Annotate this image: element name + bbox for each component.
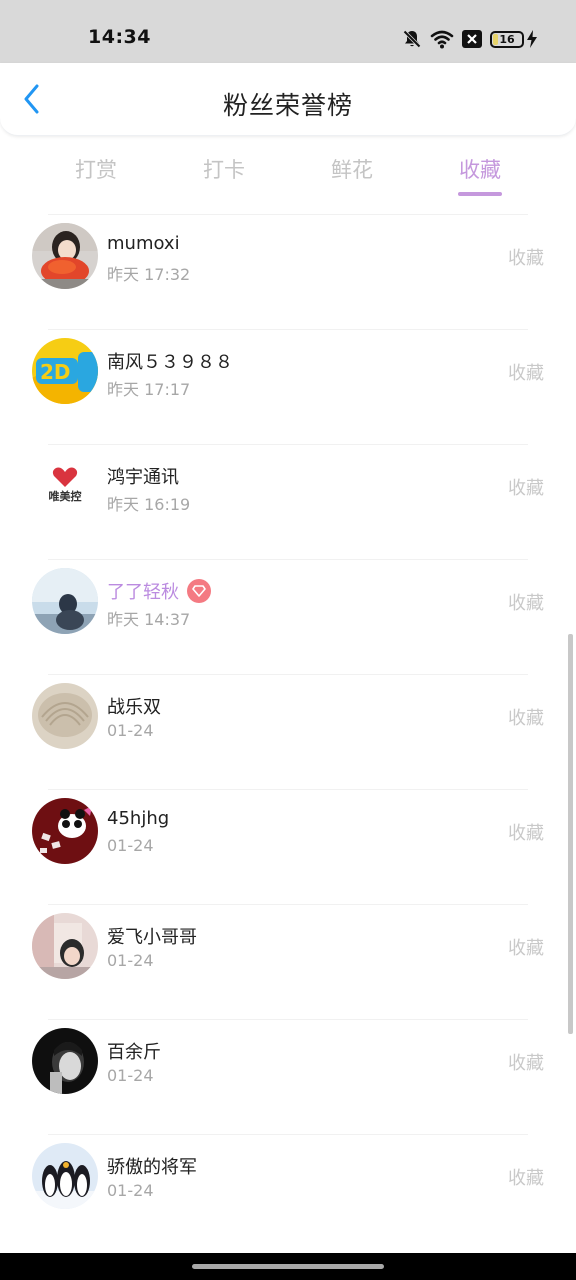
tab-bar: 打赏 打卡 鲜花 收藏 [0, 148, 576, 208]
divider [48, 674, 528, 675]
scrollbar[interactable] [568, 634, 573, 1034]
vip-diamond-icon [187, 579, 211, 603]
status-icons: 16 [402, 26, 538, 52]
list-item[interactable]: 了了轻秋 昨天 14:37 收藏 [0, 559, 576, 674]
bell-off-icon [402, 29, 422, 49]
favorite-tag: 收藏 [508, 593, 544, 614]
avatar[interactable] [32, 223, 98, 289]
avatar[interactable] [32, 683, 98, 749]
fan-time: 昨天 17:32 [107, 265, 191, 284]
divider [48, 1134, 528, 1135]
list-item[interactable]: mumoxi 昨天 17:32 收藏 [0, 214, 576, 329]
list-item[interactable]: 唯美控 鸿宇通讯 昨天 16:19 收藏 [0, 444, 576, 559]
status-time: 14:34 [88, 26, 151, 48]
tab-label: 收藏 [459, 158, 501, 182]
fan-name: mumoxi [107, 233, 180, 254]
fan-name: 战乐双 [107, 697, 161, 718]
avatar[interactable]: 2D [32, 338, 98, 404]
fan-time: 01-24 [107, 1066, 154, 1085]
divider [48, 559, 528, 560]
fan-name: 骄傲的将军 [107, 1157, 197, 1178]
divider [48, 904, 528, 905]
fan-time: 昨天 14:37 [107, 610, 191, 629]
divider [48, 789, 528, 790]
fan-list: mumoxi 昨天 17:32 收藏 2D 南风５３９８８ 昨天 17:17 收… [0, 214, 576, 1249]
avatar-text: 唯美控 [49, 489, 82, 503]
fan-name-row: 了了轻秋 [107, 578, 211, 604]
svg-text:2D: 2D [40, 360, 71, 384]
battery-icon: 16 [490, 30, 538, 48]
close-box-icon [462, 30, 482, 48]
fan-name: 爱飞小哥哥 [107, 927, 197, 948]
fan-name: 南风５３９８８ [107, 352, 233, 373]
avatar[interactable] [32, 568, 98, 634]
favorite-tag: 收藏 [508, 478, 544, 499]
active-tab-indicator [458, 192, 502, 196]
list-item[interactable]: 百余斤 01-24 收藏 [0, 1019, 576, 1134]
fan-time: 昨天 16:19 [107, 495, 191, 514]
favorite-tag: 收藏 [508, 938, 544, 959]
avatar[interactable]: 唯美控 [32, 453, 98, 519]
charging-bolt-icon [526, 30, 538, 48]
tab-flowers[interactable]: 鲜花 [312, 154, 392, 184]
fan-name: 了了轻秋 [107, 582, 179, 603]
fan-time: 昨天 17:17 [107, 380, 191, 399]
fan-time: 01-24 [107, 1181, 154, 1200]
tab-favorites[interactable]: 收藏 [440, 154, 520, 196]
fan-time: 01-24 [107, 836, 154, 855]
fan-name: 45hjhg [107, 808, 170, 829]
tab-checkin[interactable]: 打卡 [184, 154, 264, 184]
divider [48, 214, 528, 215]
list-item[interactable]: 战乐双 01-24 收藏 [0, 674, 576, 789]
avatar[interactable] [32, 913, 98, 979]
avatar[interactable] [32, 1143, 98, 1209]
tab-label: 鲜花 [331, 158, 373, 182]
favorite-tag: 收藏 [508, 708, 544, 729]
favorite-tag: 收藏 [508, 1168, 544, 1189]
favorite-tag: 收藏 [508, 363, 544, 384]
list-item[interactable]: 45hjhg 01-24 收藏 [0, 789, 576, 904]
fan-time: 01-24 [107, 721, 154, 740]
divider [48, 329, 528, 330]
list-item[interactable]: 2D 南风５３９８８ 昨天 17:17 收藏 [0, 329, 576, 444]
list-item[interactable]: 爱飞小哥哥 01-24 收藏 [0, 904, 576, 1019]
wifi-icon [430, 29, 454, 49]
tab-label: 打卡 [203, 158, 245, 182]
divider [48, 1019, 528, 1020]
avatar[interactable] [32, 798, 98, 864]
fan-name: 鸿宇通讯 [107, 467, 179, 488]
favorite-tag: 收藏 [508, 823, 544, 844]
favorite-tag: 收藏 [508, 248, 544, 269]
fan-time: 01-24 [107, 951, 154, 970]
battery-level: 16 [499, 32, 515, 46]
header: 粉丝荣誉榜 [0, 63, 576, 136]
favorite-tag: 收藏 [508, 1053, 544, 1074]
navigation-bar [0, 1253, 576, 1280]
page-title: 粉丝荣誉榜 [222, 91, 353, 120]
tab-label: 打赏 [75, 158, 117, 182]
tab-reward[interactable]: 打赏 [56, 154, 136, 184]
home-indicator[interactable] [192, 1264, 384, 1269]
status-bar: 14:34 16 [0, 0, 576, 63]
avatar[interactable] [32, 1028, 98, 1094]
divider [48, 444, 528, 445]
list-item[interactable]: 骄傲的将军 01-24 收藏 [0, 1134, 576, 1249]
fan-name: 百余斤 [107, 1042, 161, 1063]
